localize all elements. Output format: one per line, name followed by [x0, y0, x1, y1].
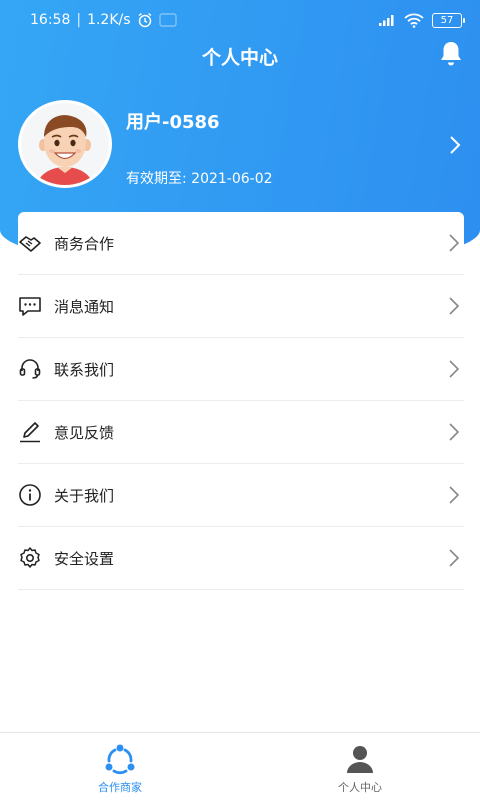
- tab-partners[interactable]: 合作商家: [0, 733, 240, 800]
- signal-icon: [379, 15, 394, 26]
- profile-card[interactable]: 用户-0586 有效期至: 2021-06-02: [18, 100, 478, 190]
- user-icon: [347, 746, 373, 773]
- menu-item-business[interactable]: 商务合作: [18, 212, 464, 275]
- status-bar: 16:58 | 1.2K/s 57: [0, 0, 480, 40]
- battery-indicator: 57: [432, 12, 465, 28]
- avatar-illustration: [37, 115, 93, 185]
- status-speed: 1.2K/s: [87, 12, 131, 28]
- info-icon: [19, 484, 41, 506]
- message-icon: [19, 297, 41, 316]
- status-divider: |: [76, 12, 82, 28]
- chevron-right-icon: [449, 486, 460, 504]
- bottom-tab-bar: 合作商家 个人中心: [0, 732, 480, 800]
- tab-label: 合作商家: [98, 781, 142, 794]
- menu-item-security[interactable]: 安全设置: [18, 527, 464, 590]
- alarm-icon: [138, 12, 151, 28]
- chevron-right-icon: [449, 234, 460, 252]
- page-title: 个人中心: [201, 47, 278, 69]
- menu-list: 商务合作 消息通知 联系我们 意见反馈 关于我们 安全设置: [18, 212, 464, 590]
- bell-icon[interactable]: [438, 40, 464, 68]
- menu-item-label: 关于我们: [54, 486, 115, 505]
- username: 用户-0586: [126, 112, 220, 133]
- menu-item-contact[interactable]: 联系我们: [18, 338, 464, 401]
- handshake-icon: [19, 236, 41, 252]
- chevron-right-icon: [449, 549, 460, 567]
- tab-personal-center[interactable]: 个人中心: [240, 733, 480, 800]
- menu-item-messages[interactable]: 消息通知: [18, 275, 464, 338]
- chevron-right-icon[interactable]: [448, 134, 462, 156]
- menu-item-label: 安全设置: [54, 549, 115, 568]
- menu-item-label: 商务合作: [54, 234, 115, 253]
- wifi-icon: [404, 13, 424, 28]
- tab-label: 个人中心: [338, 781, 382, 794]
- battery-level: 57: [440, 14, 454, 26]
- menu-item-label: 消息通知: [54, 297, 115, 316]
- avatar[interactable]: [18, 100, 112, 188]
- edit-icon: [20, 422, 40, 443]
- menu-item-feedback[interactable]: 意见反馈: [18, 401, 464, 464]
- gear-icon: [20, 547, 40, 568]
- chevron-right-icon: [449, 297, 460, 315]
- notification-placeholder-icon: [158, 13, 177, 27]
- status-time: 16:58: [30, 12, 71, 28]
- chevron-right-icon: [449, 360, 460, 378]
- menu-item-about[interactable]: 关于我们: [18, 464, 464, 527]
- menu-item-label: 意见反馈: [54, 423, 115, 442]
- partners-icon: [105, 744, 135, 775]
- chevron-right-icon: [449, 423, 460, 441]
- menu-item-label: 联系我们: [54, 360, 115, 379]
- expiry-date: 有效期至: 2021-06-02: [126, 171, 273, 187]
- headset-icon: [19, 359, 41, 379]
